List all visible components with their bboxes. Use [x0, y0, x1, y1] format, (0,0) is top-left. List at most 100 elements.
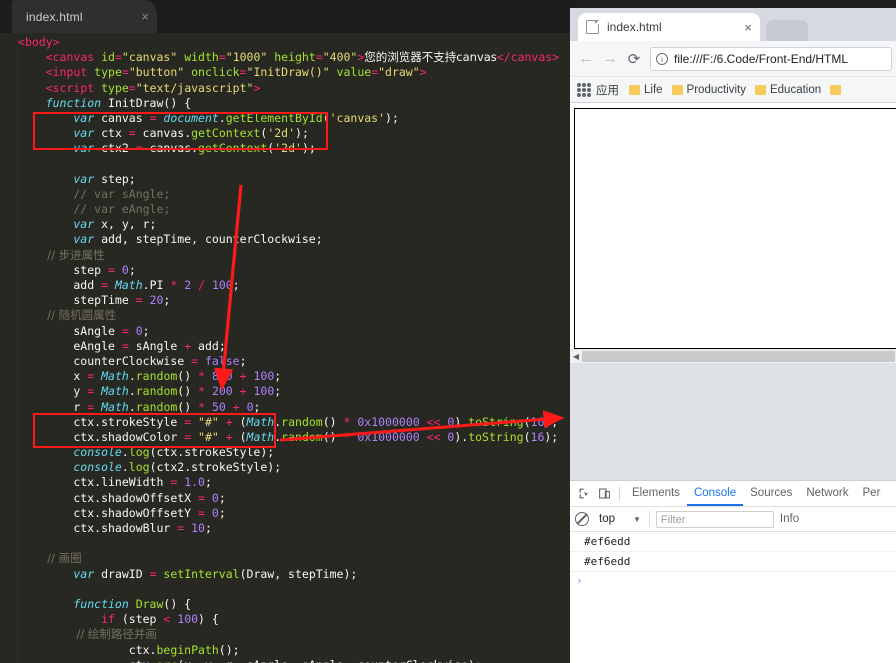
bookmark-label: Productivity — [686, 83, 746, 96]
code-line: ctx.lineWidth = 1.0; — [18, 475, 212, 490]
browser-tab-label: index.html — [607, 20, 662, 34]
console-filter-input[interactable]: Filter — [655, 510, 774, 528]
code-line: counterClockwise = false; — [18, 353, 247, 368]
devtools-tab-bar: Elements Console Sources Network Per — [570, 481, 896, 507]
code-line: <canvas id="canvas" width="1000" height=… — [18, 50, 560, 65]
editor-vertical-scrollbar[interactable] — [560, 33, 570, 663]
code-line: // var sAngle; — [18, 186, 171, 201]
chevron-down-icon[interactable]: ▼ — [633, 515, 641, 524]
console-message: #ef6edd — [570, 552, 896, 572]
code-line: // 绘制路径并画 — [18, 627, 157, 642]
code-line: var add, stepTime, counterClockwise; — [18, 232, 323, 247]
devtools-tab-console[interactable]: Console — [686, 481, 744, 506]
code-line: ctx.arc(x, y, r, sAngle, eAngle, counter… — [18, 658, 560, 663]
editor-tab-label: index.html — [26, 9, 83, 24]
address-bar-url: file:///F:/6.Code/Front-End/HTML — [674, 51, 849, 66]
code-line: sAngle = 0; — [18, 323, 150, 338]
code-line: var drawID = setInterval(Draw, stepTime)… — [18, 566, 358, 581]
inspect-element-icon[interactable] — [574, 484, 594, 504]
browser-toolbar: ← → ⟳ i file:///F:/6.Code/Front-End/HTML — [570, 41, 896, 77]
bookmark-apps[interactable]: 应用 — [596, 82, 619, 98]
code-line: function Draw() { — [18, 596, 192, 611]
scrollbar-thumb[interactable] — [582, 351, 895, 362]
close-icon[interactable]: × — [135, 9, 149, 24]
folder-icon — [671, 84, 683, 95]
console-context-selector[interactable]: top — [599, 513, 615, 525]
devtools-tab-performance[interactable]: Per — [856, 481, 888, 506]
devtools-tab-sources[interactable]: Sources — [743, 481, 799, 506]
code-line: y = Math.random() * 200 + 100; — [18, 384, 282, 399]
code-line: ctx.shadowBlur = 10; — [18, 521, 212, 535]
devtools-tab-network[interactable]: Network — [799, 481, 855, 506]
code-line: var ctx2 = canvas.getContext('2d'); — [18, 141, 316, 156]
code-line: var canvas = document.getElementById('ca… — [18, 110, 399, 125]
code-line: function InitDraw() { — [18, 95, 192, 110]
clear-console-icon[interactable] — [575, 512, 589, 526]
console-filter-bar: top ▼ Filter Info — [570, 507, 896, 532]
code-line: if (step < 100) { — [18, 612, 219, 627]
code-line: r = Math.random() * 50 + 0; — [18, 399, 261, 414]
code-line: // var eAngle; — [18, 202, 171, 217]
code-line: // 随机圆属性 — [18, 308, 117, 323]
page-viewport: ◀ — [570, 103, 896, 363]
browser-tab-strip: index.html × — [570, 8, 896, 41]
code-line: ctx.beginPath(); — [18, 642, 240, 657]
divider — [619, 486, 620, 501]
close-icon[interactable]: × — [740, 20, 752, 35]
window-top-strip — [570, 0, 896, 8]
code-line: stepTime = 20; — [18, 293, 171, 308]
code-line: ctx.shadowColor = "#" + (Math.random() *… — [18, 429, 559, 444]
code-line: var x, y, r; — [18, 217, 157, 232]
editor-tab-index-html[interactable]: index.html × — [12, 0, 157, 33]
code-line: ctx.shadowOffsetY = 0; — [18, 505, 226, 520]
bookmark-folder-life[interactable]: Life — [629, 84, 663, 96]
page-icon — [586, 20, 599, 34]
code-line: step = 0; — [18, 262, 136, 277]
bookmark-label: Life — [644, 83, 663, 96]
code-line: add = Math.PI * 2 / 100; — [18, 278, 240, 292]
console-input-prompt[interactable]: › — [570, 572, 896, 592]
console-log-level-selector[interactable]: Info — [780, 513, 799, 525]
device-toolbar-icon[interactable] — [594, 484, 614, 504]
bookmark-folder-overflow[interactable] — [830, 84, 845, 95]
code-line: <body> — [18, 35, 60, 49]
code-line: ctx.shadowOffsetX = 0; — [18, 490, 226, 505]
code-line: console.log(ctx2.strokeStyle); — [18, 460, 282, 475]
console-output-list: #ef6edd #ef6edd › — [570, 532, 896, 592]
code-editor-panel: index.html × <body> <canvas id="canvas" … — [0, 0, 570, 663]
code-line: x = Math.random() * 800 + 100; — [18, 369, 282, 384]
address-bar[interactable]: i file:///F:/6.Code/Front-End/HTML — [650, 46, 892, 71]
apps-grid-icon[interactable] — [577, 82, 591, 97]
bookmark-folder-productivity[interactable]: Productivity — [671, 83, 746, 96]
reload-icon[interactable]: ⟳ — [622, 47, 646, 71]
browser-window: index.html × ← → ⟳ i file:///F:/6.Code/F… — [570, 0, 896, 663]
bookmark-folder-education[interactable]: Education — [754, 83, 822, 96]
bookmark-apps-label: 应用 — [596, 84, 619, 97]
code-line: // 画圈 — [18, 551, 82, 566]
folder-icon — [830, 84, 842, 95]
forward-icon[interactable]: → — [598, 47, 622, 71]
devtools-panel: Elements Console Sources Network Per top… — [570, 480, 896, 663]
folder-icon — [754, 84, 766, 95]
scroll-left-icon[interactable]: ◀ — [570, 352, 582, 361]
browser-tab-index-html[interactable]: index.html × — [578, 13, 760, 41]
code-line: eAngle = sAngle + add; — [18, 338, 226, 353]
html-canvas-element[interactable] — [574, 108, 896, 349]
code-line: var step; — [18, 171, 136, 186]
editor-gutter — [0, 33, 18, 663]
folder-icon — [629, 84, 640, 95]
devtools-tab-elements[interactable]: Elements — [625, 481, 687, 506]
code-line: var ctx = canvas.getContext('2d'); — [18, 126, 309, 141]
info-icon[interactable]: i — [656, 52, 668, 65]
code-line: ctx.strokeStyle = "#" + (Math.random() *… — [18, 414, 559, 429]
bookmark-label: Education — [769, 83, 822, 96]
code-line: console.log(ctx.strokeStyle); — [18, 445, 275, 460]
code-content[interactable]: <body> <canvas id="canvas" width="1000" … — [18, 33, 560, 663]
code-line: <input type="button" onclick="InitDraw()… — [18, 65, 427, 80]
back-icon[interactable]: ← — [574, 47, 598, 71]
new-tab-button[interactable] — [766, 20, 808, 41]
page-horizontal-scrollbar[interactable]: ◀ — [570, 349, 896, 363]
code-line: <script type="text/javascript"> — [18, 80, 261, 95]
console-message: #ef6edd — [570, 532, 896, 552]
